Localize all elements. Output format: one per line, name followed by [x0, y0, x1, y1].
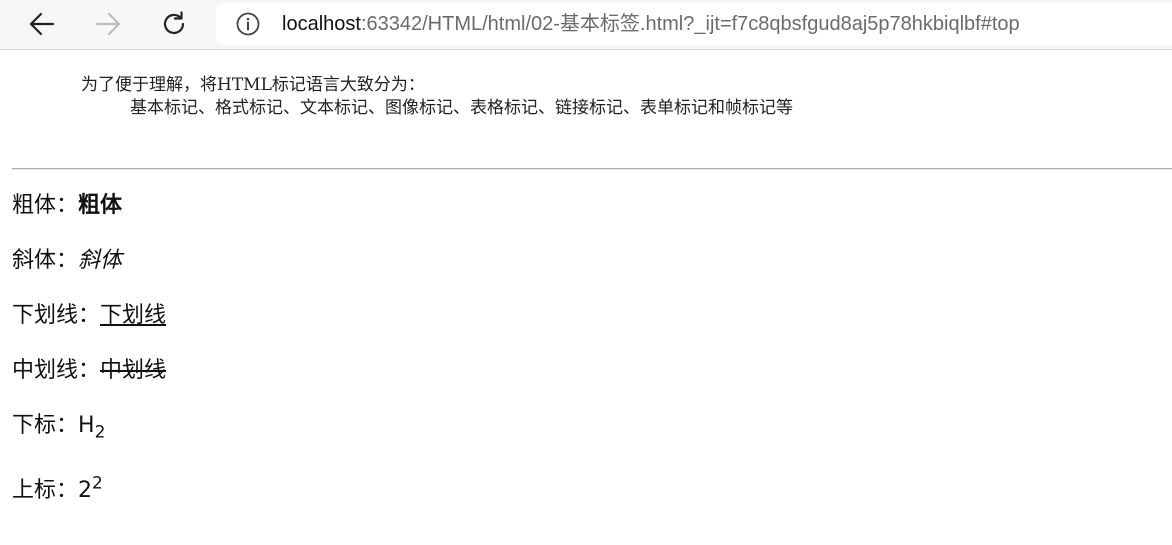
browser-toolbar: localhost:63342/HTML/html/02-基本标签.html?_…: [0, 0, 1172, 50]
reload-button[interactable]: [154, 5, 194, 43]
bold-example-row: 粗体：粗体: [12, 192, 122, 220]
url-text[interactable]: localhost:63342/HTML/html/02-基本标签.html?_…: [282, 12, 1020, 36]
subscript-text: 2: [94, 422, 106, 443]
intro-category-list: 基本标记、格式标记、文本标记、图像标记、表格标记、链接标记、表单标记和帧标记等: [130, 98, 793, 118]
horizontal-rule: [12, 168, 1172, 170]
strikethrough-text: 中划线: [100, 358, 167, 383]
underline-example-row: 下划线：下划线: [12, 302, 166, 330]
subscript-label: 下标：: [12, 413, 79, 438]
subscript-base: H: [78, 413, 95, 438]
italic-example-row: 斜体：斜体: [12, 247, 122, 275]
subscript-example-row: 下标：H2: [12, 412, 106, 443]
superscript-label: 上标：: [12, 478, 79, 503]
italic-text: 斜体: [78, 248, 123, 273]
address-bar[interactable]: localhost:63342/HTML/html/02-基本标签.html?_…: [216, 3, 1172, 45]
info-icon[interactable]: [236, 12, 260, 36]
arrow-left-icon: [29, 12, 55, 36]
italic-label: 斜体：: [12, 248, 79, 273]
forward-button[interactable]: [88, 5, 128, 43]
superscript-example-row: 上标：22: [12, 473, 103, 505]
strikethrough-label: 中划线：: [12, 358, 101, 383]
intro-text: 为了便于理解，将HTML标记语言大致分为：: [81, 75, 425, 95]
url-host: localhost: [282, 13, 361, 35]
reload-icon: [163, 11, 185, 34]
arrow-right-icon: [95, 12, 121, 36]
url-path: :63342/HTML/html/02-基本标签.html?_ijt=f7c8q…: [360, 13, 1020, 35]
back-button[interactable]: [22, 5, 62, 43]
superscript-base: 2: [78, 478, 93, 503]
underline-text: 下划线: [100, 303, 167, 328]
bold-label: 粗体：: [12, 193, 79, 218]
strikethrough-example-row: 中划线：中划线: [12, 357, 166, 385]
bold-text: 粗体: [78, 193, 123, 218]
underline-label: 下划线：: [12, 303, 101, 328]
superscript-text: 2: [92, 473, 103, 494]
